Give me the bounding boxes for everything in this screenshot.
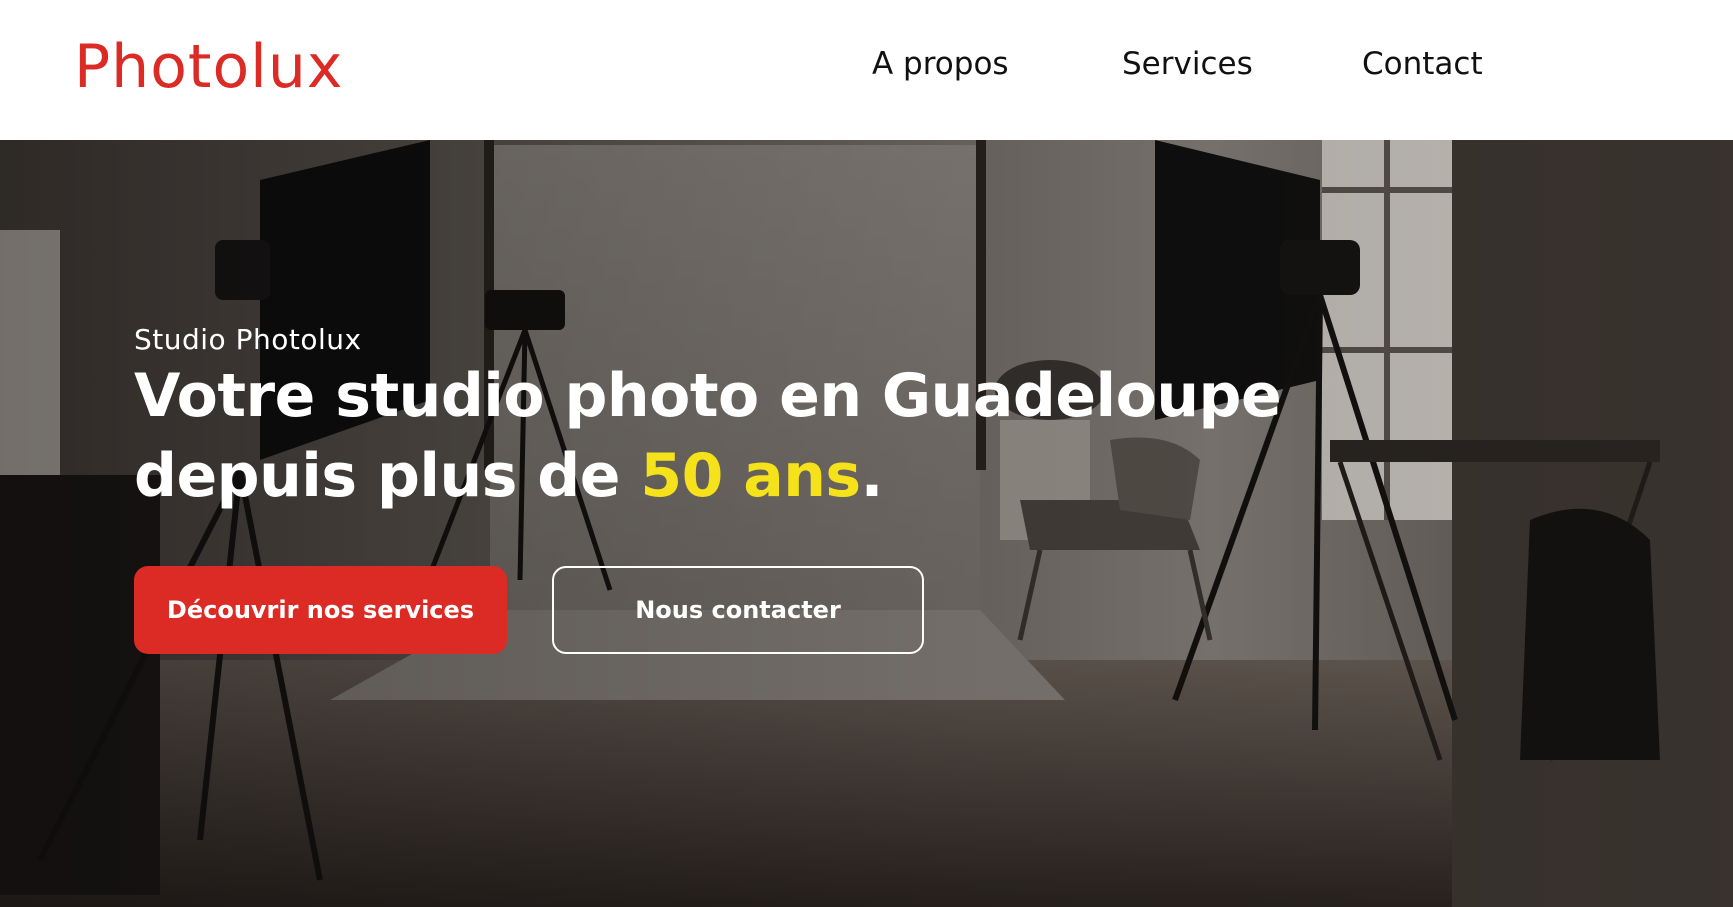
site-header: Photolux A propos Services Contact: [0, 0, 1733, 140]
hero-title-line2: depuis plus de: [134, 441, 641, 511]
hero-title-suffix: .: [860, 441, 884, 511]
hero-section: [0, 140, 1733, 907]
nav-link-services[interactable]: Services: [1122, 44, 1253, 84]
nav-link-contact[interactable]: Contact: [1362, 44, 1483, 84]
hero-title-highlight: 50 ans: [640, 441, 861, 511]
nav-link-a-propos[interactable]: A propos: [872, 44, 1009, 84]
hero-title-line1: Votre studio photo en Guadeloupe: [134, 361, 1282, 431]
main-nav: A propos Services Contact: [0, 44, 1733, 84]
contact-us-button[interactable]: Nous contacter: [552, 566, 924, 654]
hero-title: Votre studio photo en Guadeloupe depuis p…: [134, 356, 1282, 516]
hero-eyebrow: Studio Photolux: [134, 323, 362, 356]
hero-overlay: [0, 140, 1733, 907]
discover-services-button[interactable]: Découvrir nos services: [134, 566, 507, 654]
